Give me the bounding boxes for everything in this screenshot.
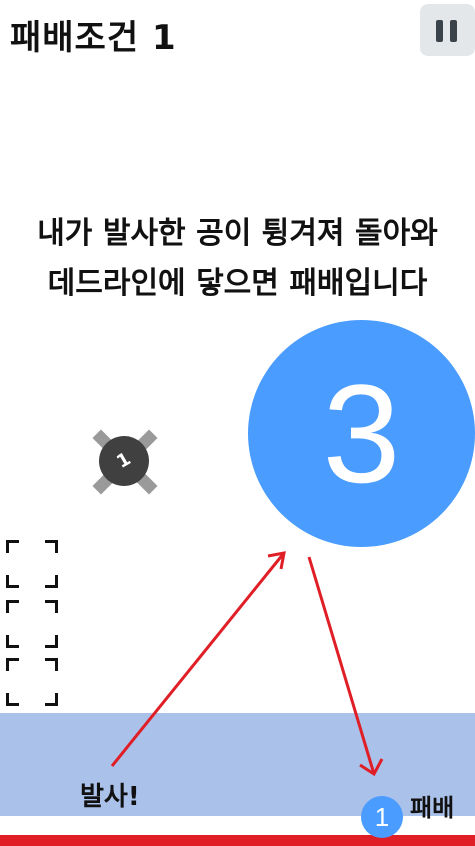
empty-slot [6, 600, 58, 648]
launch-arrowhead-icon [267, 551, 286, 570]
launch-label: 발사! [80, 782, 140, 812]
defeat-label: 패배 [410, 794, 455, 822]
pause-icon [436, 20, 443, 42]
pause-icon-bar [450, 20, 457, 42]
stage-title: 패배조건 1 [10, 18, 177, 58]
instruction-line-2: 데드라인에 닿으면 패배입니다 [47, 266, 428, 301]
target-block: 1 [81, 420, 169, 504]
countdown-circle: 3 [248, 320, 475, 547]
empty-slot [6, 658, 58, 706]
game-screen: 패배조건 1 내가 발사한 공이 튕겨져 돌아와 데드라인에 닿으면 패배입니다… [0, 0, 475, 846]
ball: 1 [361, 796, 403, 838]
instruction-line-1: 내가 발사한 공이 튕겨져 돌아와 [37, 216, 438, 251]
pause-button[interactable] [420, 4, 475, 56]
empty-slot [6, 540, 58, 588]
launch-zone[interactable] [0, 713, 475, 816]
deadline [0, 835, 475, 846]
